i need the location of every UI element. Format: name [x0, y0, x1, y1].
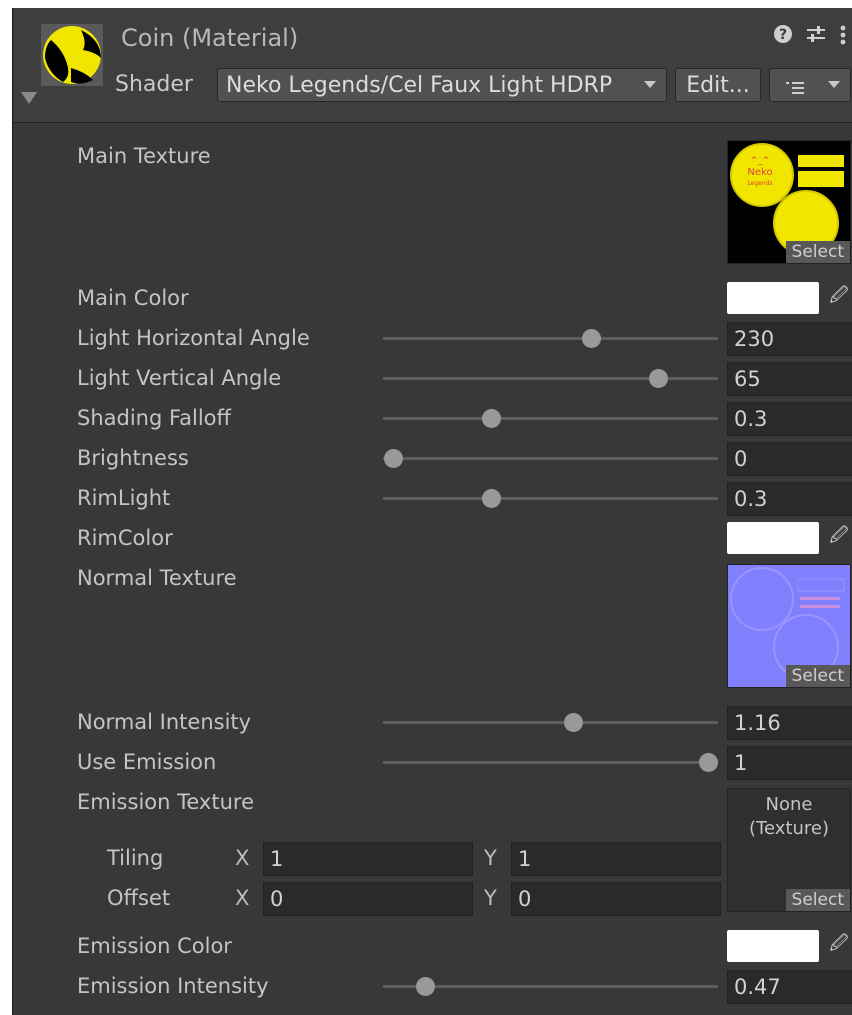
main-texture-slot[interactable]: ^_^ Neko Legends Select	[727, 140, 851, 264]
tiling-label: Tiling	[107, 846, 164, 870]
normal-texture-label: Normal Texture	[77, 566, 237, 590]
use-emission-slider[interactable]	[383, 748, 718, 778]
normal-intensity-label: Normal Intensity	[77, 710, 252, 734]
normal-intensity-field[interactable]: 1.16	[727, 706, 852, 740]
emission-texture-label: Emission Texture	[77, 790, 254, 814]
eyedropper-icon[interactable]: 🖉	[825, 282, 852, 314]
slider-knob[interactable]	[648, 369, 668, 388]
slider-track	[383, 417, 718, 420]
slider-track	[383, 721, 718, 724]
rimcolor-label: RimColor	[77, 526, 173, 550]
edit-shader-label: Edit...	[686, 72, 750, 98]
offset-x-field[interactable]: 0	[263, 882, 473, 916]
material-preview-thumbnail[interactable]	[41, 24, 103, 86]
normal-texture-select-button[interactable]: Select	[785, 665, 850, 687]
offset-x-label: X	[235, 886, 250, 910]
chevron-down-icon	[828, 81, 840, 88]
chevron-down-icon	[644, 81, 656, 88]
tiling-x-field[interactable]: 1	[263, 842, 473, 876]
light-vertical-angle-label: Light Vertical Angle	[77, 366, 282, 390]
offset-y-field[interactable]: 0	[511, 882, 721, 916]
light-horizontal-angle-slider[interactable]	[383, 324, 718, 354]
slider-knob[interactable]	[563, 713, 583, 732]
slider-track	[383, 457, 718, 460]
eyedropper-icon[interactable]: 🖉	[825, 930, 852, 962]
slider-knob[interactable]	[481, 409, 501, 428]
svg-text:?: ?	[779, 27, 787, 43]
foldout-arrow-icon[interactable]	[21, 92, 37, 104]
tiling-x-label: X	[235, 846, 250, 870]
sliders-icon[interactable]	[805, 24, 827, 50]
material-inspector: Coin (Material) ? Shader Neko Legends/Ce…	[12, 8, 852, 1015]
use-emission-field[interactable]: 1	[727, 746, 852, 780]
slider-knob[interactable]	[481, 489, 501, 508]
offset-label: Offset	[107, 886, 171, 910]
normal-texture-slot[interactable]: Select	[727, 564, 851, 688]
brightness-slider[interactable]	[383, 444, 718, 474]
shader-dropdown[interactable]: Neko Legends/Cel Faux Light HDRP	[217, 68, 667, 102]
brightness-field[interactable]: 0	[727, 442, 852, 476]
brightness-label: Brightness	[77, 446, 189, 470]
slider-knob[interactable]	[699, 753, 718, 772]
use-emission-label: Use Emission	[77, 750, 217, 774]
offset-y-label: Y	[484, 886, 497, 910]
logo-face: ^_^	[750, 156, 770, 166]
shader-label: Shader	[115, 72, 193, 97]
emission-color-label: Emission Color	[77, 934, 232, 958]
slider-knob[interactable]	[384, 449, 403, 468]
emission-texture-slot[interactable]: None (Texture) Select	[727, 788, 851, 912]
kebab-menu-icon[interactable]	[839, 24, 847, 52]
light-vertical-angle-slider[interactable]	[383, 364, 718, 394]
rimlight-slider[interactable]	[383, 484, 718, 514]
slider-knob[interactable]	[415, 977, 435, 996]
main-color-swatch[interactable]	[727, 282, 819, 314]
tiling-y-label: Y	[484, 846, 497, 870]
main-texture-label: Main Texture	[77, 144, 211, 168]
emission-texture-select-button[interactable]: Select	[785, 889, 850, 911]
shading-falloff-slider[interactable]	[383, 404, 718, 434]
tiling-y-field[interactable]: 1	[511, 842, 721, 876]
logo-neko: Neko	[747, 167, 772, 178]
shader-value: Neko Legends/Cel Faux Light HDRP	[226, 72, 613, 98]
slider-track	[383, 337, 718, 340]
list-icon	[786, 77, 806, 102]
rimcolor-swatch[interactable]	[727, 522, 819, 554]
edit-shader-button[interactable]: Edit...	[675, 68, 761, 102]
material-header: Coin (Material) ? Shader Neko Legends/Ce…	[13, 8, 852, 123]
main-color-label: Main Color	[77, 286, 189, 310]
shading-falloff-field[interactable]: 0.3	[727, 402, 852, 436]
light-vertical-angle-field[interactable]: 65	[727, 362, 852, 396]
rimlight-label: RimLight	[77, 486, 171, 510]
material-title: Coin (Material)	[121, 24, 299, 52]
main-texture-select-button[interactable]: Select	[785, 241, 850, 263]
emission-color-swatch[interactable]	[727, 930, 819, 962]
eyedropper-icon[interactable]: 🖉	[825, 522, 852, 554]
shading-falloff-label: Shading Falloff	[77, 406, 231, 430]
slider-track	[383, 377, 718, 380]
light-horizontal-angle-field[interactable]: 230	[727, 322, 852, 356]
help-icon[interactable]: ?	[773, 24, 793, 50]
shader-options-dropdown[interactable]	[769, 68, 851, 102]
normal-intensity-slider[interactable]	[383, 708, 718, 738]
slider-track	[383, 761, 718, 764]
emission-intensity-slider[interactable]	[383, 972, 718, 1002]
emission-intensity-label: Emission Intensity	[77, 974, 269, 998]
logo-legends: Legends	[747, 180, 772, 187]
emission-intensity-field[interactable]: 0.47	[727, 970, 852, 1004]
light-horizontal-angle-label: Light Horizontal Angle	[77, 326, 310, 350]
emission-texture-none: None (Texture)	[749, 794, 829, 839]
rimlight-field[interactable]: 0.3	[727, 482, 852, 516]
slider-knob[interactable]	[582, 329, 602, 348]
slider-track	[383, 497, 718, 500]
